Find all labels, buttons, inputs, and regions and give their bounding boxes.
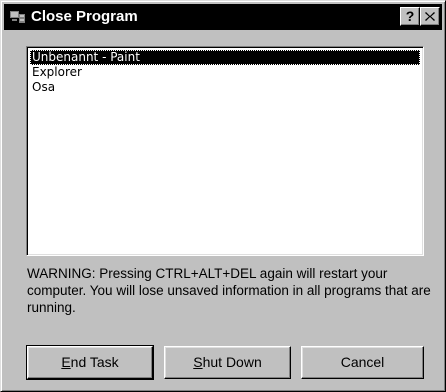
end-task-label: nd Task [70, 354, 119, 370]
cancel-button[interactable]: Cancel [301, 346, 424, 379]
end-task-button[interactable]: End Task [26, 345, 154, 380]
computer-icon [9, 9, 27, 25]
window-title: Close Program [31, 8, 138, 25]
help-button[interactable]: ? [400, 7, 420, 26]
end-task-mnemonic: E [61, 354, 71, 370]
task-list[interactable]: Unbenannt - Paint Explorer Osa [26, 46, 424, 256]
task-item[interactable]: Explorer [30, 65, 420, 80]
close-button[interactable] [420, 7, 440, 26]
title-bar[interactable]: Close Program ? [4, 4, 442, 30]
task-item[interactable]: Unbenannt - Paint [30, 50, 420, 65]
warning-text: WARNING: Pressing CTRL+ALT+DEL again wil… [27, 266, 431, 315]
shut-down-mnemonic: S [193, 354, 203, 370]
shut-down-label: hut Down [202, 354, 262, 370]
cancel-label: Cancel [340, 354, 385, 370]
task-item[interactable]: Osa [30, 80, 420, 95]
shut-down-button[interactable]: Shut Down [164, 346, 291, 379]
help-icon: ? [405, 8, 415, 24]
close-program-dialog: Close Program ? Unbenannt - Paint Explor… [0, 0, 446, 392]
